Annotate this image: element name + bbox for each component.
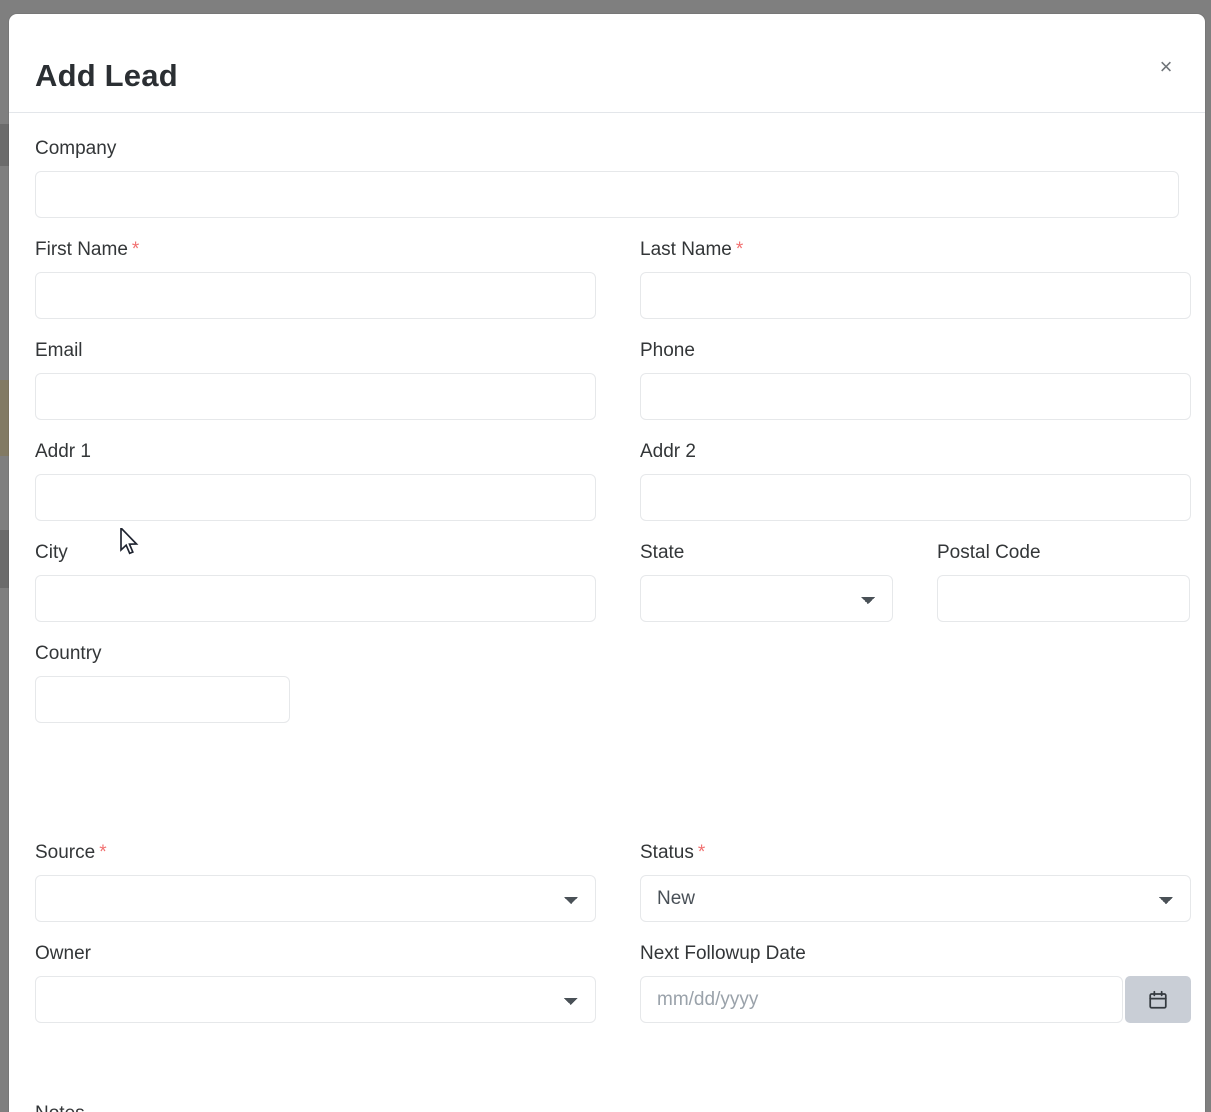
postal-code-label: Postal Code xyxy=(937,542,1041,563)
first-name-input[interactable] xyxy=(35,272,596,319)
source-label: Source * xyxy=(35,843,596,862)
form-spacer xyxy=(35,745,1179,843)
addr2-label: Addr 2 xyxy=(640,441,696,462)
close-icon[interactable]: × xyxy=(1151,52,1181,82)
form-row-city-state-zip: City State Postal Code xyxy=(35,542,1190,622)
city-input[interactable] xyxy=(35,575,596,622)
source-select[interactable] xyxy=(35,875,596,922)
last-name-label: Last Name * xyxy=(640,240,1191,259)
owner-label: Owner xyxy=(35,943,91,964)
form-row-name: First Name * Last Name * xyxy=(35,240,1191,319)
addr2-input[interactable] xyxy=(640,474,1191,521)
phone-input[interactable] xyxy=(640,373,1191,420)
phone-label: Phone xyxy=(640,340,695,361)
company-input[interactable] xyxy=(35,171,1179,218)
lead-form: Company First Name * Last Name * Email P… xyxy=(9,113,1205,1112)
last-name-label-text: Last Name xyxy=(640,239,732,260)
next-followup-date-input[interactable] xyxy=(640,976,1123,1023)
status-select[interactable]: New xyxy=(640,875,1191,922)
addr1-label: Addr 1 xyxy=(35,441,91,462)
required-asterisk: * xyxy=(697,842,706,863)
required-asterisk: * xyxy=(99,842,107,863)
first-name-label: First Name * xyxy=(35,240,596,259)
email-label: Email xyxy=(35,340,83,361)
owner-select[interactable] xyxy=(35,976,596,1023)
city-label: City xyxy=(35,542,68,563)
form-row-company: Company xyxy=(35,139,1179,218)
calendar-icon[interactable] xyxy=(1125,976,1191,1023)
company-label: Company xyxy=(35,138,117,159)
notes-label: Notes xyxy=(35,1104,85,1112)
first-name-label-text: First Name xyxy=(35,239,128,260)
source-label-text: Source xyxy=(35,842,96,863)
postal-code-input[interactable] xyxy=(937,575,1190,622)
next-followup-date-label: Next Followup Date xyxy=(640,943,806,964)
form-row-country: Country xyxy=(35,644,1179,723)
required-asterisk: * xyxy=(131,239,140,260)
modal-title: Add Lead xyxy=(35,58,178,93)
country-label: Country xyxy=(35,643,102,664)
state-label: State xyxy=(640,542,685,563)
addr1-input[interactable] xyxy=(35,474,596,521)
state-select[interactable] xyxy=(640,575,893,622)
status-label-text: Status xyxy=(640,842,694,863)
modal-header: Add Lead × xyxy=(9,14,1205,113)
required-asterisk: * xyxy=(735,239,744,260)
add-lead-modal: Add Lead × Company First Name * Last Name… xyxy=(9,14,1205,1112)
email-input[interactable] xyxy=(35,373,596,420)
next-followup-date-group xyxy=(640,976,1191,1023)
form-row-owner-followup: Owner Next Followup Date xyxy=(35,943,1191,1023)
form-row-address: Addr 1 Addr 2 xyxy=(35,441,1191,521)
country-input[interactable] xyxy=(35,676,290,723)
last-name-input[interactable] xyxy=(640,272,1191,319)
form-row-source-status: Source * Status * New xyxy=(35,843,1191,922)
form-row-contact: Email Phone xyxy=(35,340,1191,420)
status-label: Status * xyxy=(640,843,1191,862)
